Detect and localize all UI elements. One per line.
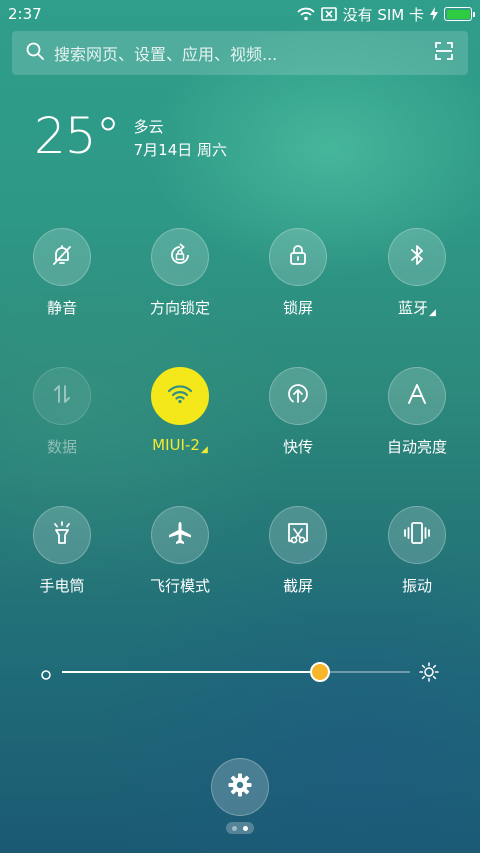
- toggle-bluetooth-button[interactable]: [388, 228, 446, 286]
- screenshot-icon: [285, 520, 311, 550]
- wifi-icon: [296, 7, 315, 21]
- toggle-fast-transfer[interactable]: 快传: [243, 367, 353, 457]
- scan-icon[interactable]: [434, 41, 454, 65]
- bell-off-icon: [50, 243, 74, 271]
- toggle-lock-screen-label: 锁屏: [282, 299, 313, 317]
- rotation-lock-icon: [167, 242, 193, 272]
- settings-button[interactable]: [211, 758, 269, 816]
- auto-brightness-icon: [406, 383, 428, 409]
- wifi-network-name: MIUI-2: [152, 436, 200, 454]
- toggle-vibrate-button[interactable]: [388, 506, 446, 564]
- toggle-auto-brightness[interactable]: 自动亮度: [362, 367, 472, 457]
- toggle-flashlight-button[interactable]: [33, 506, 91, 564]
- airplane-icon: [167, 520, 193, 550]
- battery-level-fill: [446, 9, 470, 19]
- search-placeholder: 搜索网页、设置、应用、视频...: [54, 45, 278, 64]
- page-indicator: [226, 822, 254, 834]
- fast-transfer-icon: [285, 381, 311, 411]
- toggle-airplane-mode-label: 飞行模式: [149, 577, 210, 595]
- bluetooth-icon: [408, 243, 426, 271]
- toggle-lock-screen[interactable]: 锁屏: [243, 228, 353, 318]
- mobile-data-icon: [51, 383, 73, 409]
- toggle-vibrate[interactable]: 振动: [362, 506, 472, 596]
- toggle-mobile-data-label: 数据: [46, 438, 77, 456]
- toggle-fast-transfer-label: 快传: [282, 438, 313, 456]
- brightness-high-icon: [419, 662, 439, 686]
- lock-icon: [287, 243, 309, 271]
- toggle-airplane-mode[interactable]: 飞行模式: [125, 506, 235, 596]
- toggle-silent-button[interactable]: [33, 228, 91, 286]
- toggle-screenshot-button[interactable]: [269, 506, 327, 564]
- toggle-vibrate-label: 振动: [401, 577, 432, 595]
- weather-details: 多云 7月14日 周六: [134, 116, 227, 162]
- weather-widget[interactable]: 25° 多云 7月14日 周六: [34, 108, 227, 164]
- toggle-mobile-data-button[interactable]: [33, 367, 91, 425]
- status-time: 2:37: [8, 5, 42, 23]
- temperature: 25°: [34, 107, 121, 165]
- menu-caret-icon: ◢: [200, 445, 208, 455]
- toggle-wifi-button[interactable]: [151, 367, 209, 425]
- page-dot-active: [243, 825, 248, 831]
- vibrate-icon: [403, 521, 431, 549]
- weather-date: 7月14日 周六: [133, 141, 228, 159]
- toggle-flashlight-label: 手电筒: [39, 577, 85, 595]
- brightness-slider-thumb[interactable]: [309, 662, 330, 682]
- toggle-silent[interactable]: 静音: [7, 228, 117, 318]
- toggle-silent-label: 静音: [46, 299, 77, 317]
- carrier-status: 没有 SIM 卡: [342, 5, 424, 24]
- toggle-screenshot-label: 截屏: [282, 577, 313, 595]
- brightness-control[interactable]: [40, 660, 440, 684]
- toggle-airplane-mode-button[interactable]: [151, 506, 209, 564]
- toggle-fast-transfer-button[interactable]: [269, 367, 327, 425]
- toggle-auto-brightness-label: 自动亮度: [386, 438, 447, 456]
- brightness-low-icon: [40, 666, 52, 685]
- toggle-auto-brightness-button[interactable]: [388, 367, 446, 425]
- charging-icon: [430, 7, 438, 21]
- no-sim-icon: [320, 7, 337, 21]
- gear-icon: [227, 772, 253, 802]
- menu-caret-icon: ◢: [429, 308, 436, 318]
- status-icons: 没有 SIM 卡: [296, 4, 475, 25]
- toggle-screenshot[interactable]: 截屏: [243, 506, 353, 596]
- toggle-rotation-lock-label: 方向锁定: [149, 299, 210, 317]
- page-dot: [232, 825, 237, 831]
- toggle-wifi-label: MIUI-2◢: [152, 436, 208, 455]
- toggle-bluetooth-label: 蓝牙◢: [398, 297, 436, 318]
- toggle-rotation-lock-button[interactable]: [151, 228, 209, 286]
- toggle-bluetooth[interactable]: 蓝牙◢: [362, 228, 472, 318]
- toggle-mobile-data[interactable]: 数据: [7, 367, 117, 457]
- search-bar[interactable]: 搜索网页、设置、应用、视频...: [12, 31, 468, 75]
- toggle-wifi[interactable]: MIUI-2◢: [125, 367, 235, 455]
- brightness-slider-track[interactable]: [62, 662, 410, 682]
- toggle-rotation-lock[interactable]: 方向锁定: [125, 228, 235, 318]
- search-icon: [26, 42, 44, 64]
- toggle-lock-screen-button[interactable]: [269, 228, 327, 286]
- status-bar: 2:37 没有 SIM 卡: [0, 0, 480, 28]
- brightness-slider-fill: [62, 671, 320, 673]
- wifi-icon: [167, 384, 193, 408]
- flashlight-icon: [50, 520, 74, 550]
- toggle-flashlight[interactable]: 手电筒: [7, 506, 117, 596]
- bluetooth-label-text: 蓝牙: [398, 299, 429, 317]
- weather-condition: 多云: [133, 118, 164, 136]
- battery-icon: [444, 7, 475, 21]
